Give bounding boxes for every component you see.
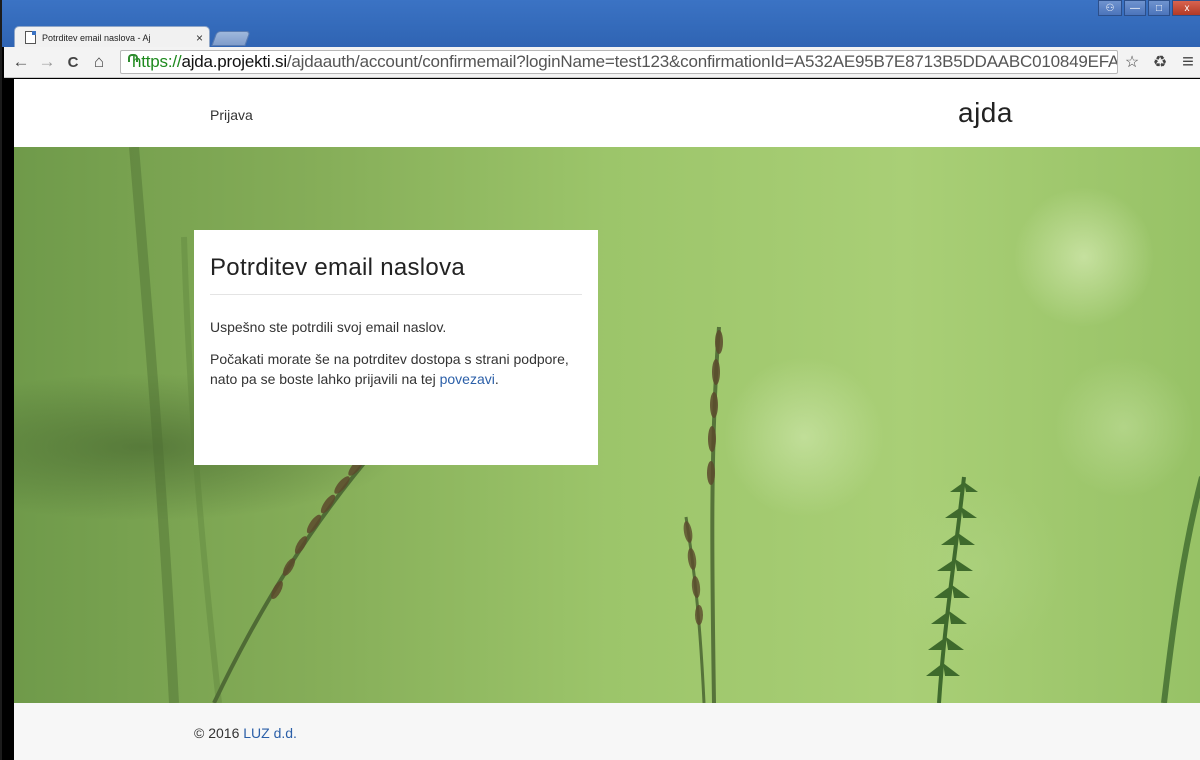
menu-icon[interactable]: ≡ xyxy=(1174,50,1200,74)
url-text: https://ajda.projekti.si/ajdaauth/accoun… xyxy=(132,52,1118,71)
copyright-text: © 2016 LUZ d.d. xyxy=(194,725,297,741)
confirmation-card: Potrditev email naslova Uspešno ste potr… xyxy=(194,230,598,465)
pending-message-text: Počakati morate še na potrditev dostopa … xyxy=(210,351,569,387)
browser-window: Potrditev email naslova - Aj × ⚇ — □ x ←… xyxy=(0,0,1200,760)
site-logo[interactable]: ajda xyxy=(958,97,1013,129)
recycle-icon[interactable]: ♻ xyxy=(1146,50,1174,74)
tab-title: Potrditev email naslova - Aj xyxy=(42,32,151,43)
user-icon[interactable]: ⚇ xyxy=(1098,0,1122,16)
site-header: Prijava ajda xyxy=(14,79,1200,147)
title-bar: Potrditev email naslova - Aj × ⚇ — □ x xyxy=(2,0,1200,48)
copyright-label: © 2016 xyxy=(194,725,244,741)
minimize-button[interactable]: — xyxy=(1124,0,1146,16)
window-controls: ⚇ — □ x xyxy=(1098,0,1200,16)
address-bar[interactable]: https://ajda.projekti.si/ajdaauth/accoun… xyxy=(120,50,1118,74)
login-here-link[interactable]: povezavi xyxy=(440,371,495,387)
forward-icon[interactable]: → xyxy=(36,51,58,73)
login-link[interactable]: Prijava xyxy=(210,107,253,123)
pending-message: Počakati morate še na potrditev dostopa … xyxy=(210,349,582,389)
pending-message-end: . xyxy=(494,371,499,387)
bookmark-star-icon[interactable]: ☆ xyxy=(1118,50,1146,74)
close-tab-icon[interactable]: × xyxy=(196,31,203,45)
close-window-button[interactable]: x xyxy=(1172,0,1200,16)
home-icon[interactable]: ⌂ xyxy=(88,51,110,73)
page-icon xyxy=(25,31,36,44)
maximize-button[interactable]: □ xyxy=(1148,0,1170,16)
grass-illustration xyxy=(129,147,1200,703)
browser-tab[interactable]: Potrditev email naslova - Aj × xyxy=(14,26,210,48)
browser-toolbar: ← → C ⌂ https://ajda.projekti.si/ajdaaut… xyxy=(4,47,1200,78)
reload-icon[interactable]: C xyxy=(62,51,84,73)
back-icon[interactable]: ← xyxy=(10,51,32,73)
company-link[interactable]: LUZ d.d. xyxy=(243,725,297,741)
hero-background: Potrditev email naslova Uspešno ste potr… xyxy=(14,147,1200,703)
new-tab-button[interactable] xyxy=(211,31,251,46)
site-footer: © 2016 LUZ d.d. xyxy=(14,703,1200,760)
card-title: Potrditev email naslova xyxy=(210,254,582,295)
web-page: Prijava ajda Potrditev email naslova Usp… xyxy=(14,79,1200,760)
success-message: Uspešno ste potrdili svoj email naslov. xyxy=(210,319,447,335)
